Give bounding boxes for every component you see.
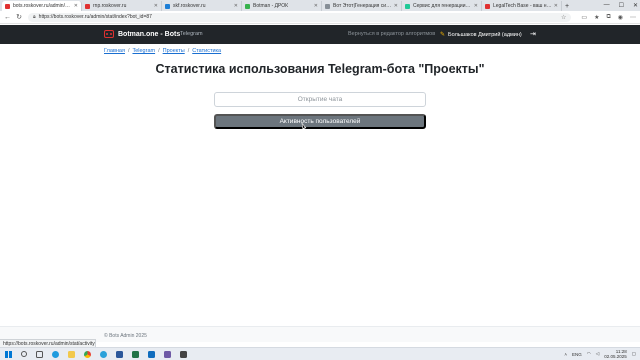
breadcrumb-telegram[interactable]: Telegram — [132, 48, 155, 54]
breadcrumb-separator: / — [187, 48, 190, 54]
breadcrumb: Главная / Telegram / Проекты / Статистик… — [104, 48, 221, 54]
breadcrumb-separator: / — [158, 48, 160, 54]
brand-link[interactable]: Botman.one - Bots — [104, 30, 180, 38]
star-icon[interactable]: ☆ — [561, 14, 566, 21]
close-icon[interactable]: ✕ — [554, 3, 558, 9]
logout-icon[interactable]: ⇥ — [530, 30, 536, 38]
language-indicator[interactable]: ENG — [572, 352, 582, 357]
close-window-icon[interactable]: ✕ — [633, 2, 638, 9]
wifi-icon[interactable]: ◠ — [587, 351, 591, 357]
browser-tab[interactable]: skf.roskover.ru ✕ — [162, 1, 242, 11]
tab-title: Вот Этот|Генерация сигнатур — [333, 3, 392, 9]
browser-tab[interactable]: rnp.roskover.ru ✕ — [82, 1, 162, 11]
window-controls: — ☐ ✕ — [604, 0, 638, 10]
page-footer: © Bots Admin 2025 — [0, 326, 640, 342]
word-icon[interactable] — [116, 350, 123, 358]
close-icon[interactable]: ✕ — [394, 3, 398, 9]
tab-title: skf.roskover.ru — [173, 3, 206, 9]
browser-tab[interactable]: Botman - ДРОК ✕ — [242, 1, 322, 11]
status-link-preview: https://bots.roskover.ru/admin/stat/acti… — [0, 339, 96, 347]
tab-title: Botman - ДРОК — [253, 3, 289, 9]
robot-logo-icon — [104, 30, 114, 38]
chrome-icon[interactable] — [84, 350, 91, 358]
tab-favicon-icon — [5, 3, 10, 9]
close-icon[interactable]: ✕ — [234, 3, 238, 9]
tab-favicon-icon — [325, 3, 330, 9]
pencil-icon: ✎ — [440, 32, 446, 38]
app-icon[interactable] — [180, 350, 187, 358]
breadcrumb-statistics[interactable]: Статистика — [192, 48, 221, 54]
reload-icon[interactable]: ↻ — [16, 13, 22, 21]
browser-tab-strip: bots.roskover.ru/admin/stat/index ✕ rnp.… — [0, 0, 640, 11]
browser-tab[interactable]: bots.roskover.ru/admin/stat/index ✕ — [2, 1, 82, 11]
close-icon[interactable]: ✕ — [74, 3, 78, 9]
excel-icon[interactable] — [132, 350, 139, 358]
clock-date: 02.05.2025 — [604, 354, 627, 359]
minimize-icon[interactable]: — — [604, 2, 610, 8]
close-icon[interactable]: ✕ — [314, 3, 318, 9]
clock[interactable]: 11:28 02.05.2025 — [604, 349, 627, 359]
tab-favicon-icon — [85, 3, 90, 9]
profile-icon[interactable]: ◉ — [618, 14, 623, 21]
tab-title: rnp.roskover.ru — [93, 3, 127, 9]
chat-open-button[interactable]: Открытие чата — [214, 92, 426, 107]
site-navbar: Botman.one - Bots Telegram Вернуться в р… — [0, 25, 640, 44]
windows-taskbar: ˄ ENG ◠ ◁ 11:28 02.05.2025 ▢ — [0, 347, 640, 360]
user-activity-button[interactable]: Активность пользователей — [214, 114, 426, 129]
tab-favicon-icon — [245, 3, 250, 9]
breadcrumb-projects[interactable]: Проекты — [163, 48, 185, 54]
browser-tab[interactable]: Вот Этот|Генерация сигнатур ✕ — [322, 1, 402, 11]
volume-icon[interactable]: ◁ — [596, 351, 599, 357]
breadcrumb-separator: / — [127, 48, 130, 54]
footer-copyright: © Bots Admin 2025 — [104, 333, 147, 339]
address-url[interactable]: https://bots.roskover.ru/admin/stat/inde… — [39, 14, 561, 20]
browser-extension-icons: ▭ ★ ⧉ ◉ ⋯ — [581, 14, 636, 21]
tab-favicon-icon — [165, 3, 170, 9]
breadcrumb-home[interactable]: Главная — [104, 48, 125, 54]
browser-toolbar: ← ↻ 🔒︎ https://bots.roskover.ru/admin/st… — [0, 11, 640, 24]
maximize-icon[interactable]: ☐ — [619, 2, 624, 9]
start-windows-icon[interactable] — [5, 350, 12, 358]
back-arrow-icon[interactable]: ← — [4, 14, 11, 21]
tab-title: bots.roskover.ru/admin/stat/index — [13, 3, 72, 9]
page-title: Статистика использования Telegram-бота "… — [155, 62, 485, 76]
back-to-editor-link[interactable]: Вернуться в редактор алгоритмов — [348, 31, 435, 37]
more-menu-icon[interactable]: ⋯ — [630, 14, 636, 21]
nav-telegram-link[interactable]: Telegram — [180, 31, 203, 37]
search-icon[interactable] — [21, 351, 27, 357]
system-tray: ˄ ENG ◠ ◁ 11:28 02.05.2025 ▢ — [564, 349, 636, 359]
tab-favicon-icon — [485, 3, 490, 9]
explorer-folder-icon[interactable] — [68, 350, 75, 358]
address-bar[interactable]: 🔒︎ https://bots.roskover.ru/admin/stat/i… — [28, 12, 572, 22]
close-icon[interactable]: ✕ — [154, 3, 158, 9]
tab-title: LegalTech Base - ваш навигатор — [493, 3, 552, 9]
outlook-icon[interactable] — [148, 350, 155, 358]
split-screen-icon[interactable]: ▭ — [581, 14, 587, 21]
tab-title: Сервис для генерации документов — [413, 3, 472, 9]
new-tab-button[interactable]: + — [562, 1, 572, 11]
edge-browser-icon[interactable] — [52, 350, 59, 358]
telegram-icon[interactable] — [100, 350, 107, 358]
user-name: Большаков Дмитрий (админ) — [448, 31, 522, 38]
browser-tab[interactable]: LegalTech Base - ваш навигатор ✕ — [482, 1, 562, 11]
user-menu[interactable]: ✎ Большаков Дмитрий (админ) — [440, 31, 522, 39]
task-view-icon[interactable] — [36, 350, 43, 358]
brand-name: Botman.one - Bots — [118, 30, 181, 38]
app-icon[interactable] — [164, 350, 171, 358]
browser-tab[interactable]: Сервис для генерации документов ✕ — [402, 1, 482, 11]
tab-favicon-icon — [405, 3, 410, 9]
collections-icon[interactable]: ⧉ — [606, 14, 610, 21]
lock-icon[interactable]: 🔒︎ — [33, 14, 36, 20]
tray-chevron-icon[interactable]: ˄ — [564, 352, 567, 357]
close-icon[interactable]: ✕ — [474, 3, 478, 9]
favorites-icon[interactable]: ★ — [594, 14, 599, 21]
notifications-icon[interactable]: ▢ — [632, 351, 636, 357]
